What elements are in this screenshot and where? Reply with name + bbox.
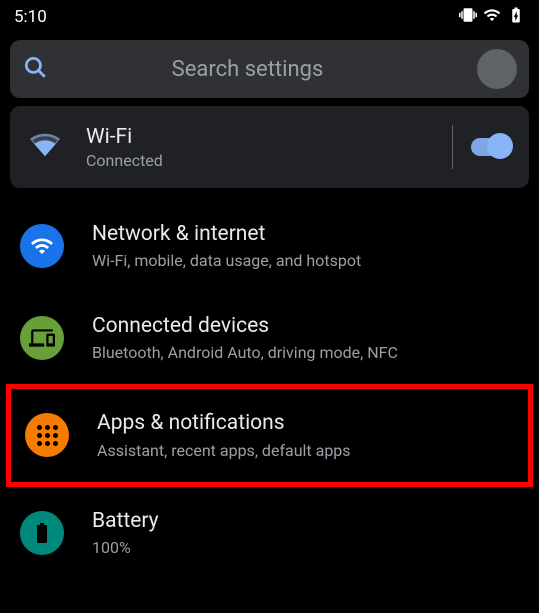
wifi-title: Wi-Fi <box>86 125 444 149</box>
wifi-quick-card[interactable]: Wi-Fi Connected <box>10 106 529 188</box>
status-time: 5:10 <box>14 7 47 27</box>
search-bar[interactable]: Search settings <box>10 40 529 98</box>
vibrate-icon <box>459 6 477 28</box>
status-icons <box>459 6 525 28</box>
item-title: Connected devices <box>92 314 519 339</box>
wifi-text: Wi-Fi Connected <box>86 125 444 170</box>
wifi-icon <box>30 130 60 164</box>
toggle-knob <box>487 133 513 159</box>
avatar[interactable] <box>477 49 517 89</box>
settings-list: Network & internet Wi-Fi, mobile, data u… <box>0 200 539 579</box>
search-placeholder: Search settings <box>36 57 459 82</box>
item-title: Network & internet <box>92 222 519 247</box>
settings-item-battery[interactable]: Battery 100% <box>0 487 539 579</box>
item-subtitle: Wi-Fi, mobile, data usage, and hotspot <box>92 251 519 270</box>
item-subtitle: Bluetooth, Android Auto, driving mode, N… <box>92 343 519 362</box>
item-text: Network & internet Wi-Fi, mobile, data u… <box>92 222 519 270</box>
divider <box>452 125 453 169</box>
item-text: Connected devices Bluetooth, Android Aut… <box>92 314 519 362</box>
network-icon <box>20 224 64 268</box>
apps-icon <box>25 413 69 457</box>
battery-icon <box>20 511 64 555</box>
highlight-box: Apps & notifications Assistant, recent a… <box>6 384 533 486</box>
wifi-status-icon <box>483 6 501 28</box>
devices-icon <box>20 316 64 360</box>
settings-item-network[interactable]: Network & internet Wi-Fi, mobile, data u… <box>0 200 539 292</box>
item-text: Apps & notifications Assistant, recent a… <box>97 411 514 459</box>
status-bar: 5:10 <box>0 0 539 34</box>
settings-item-connected[interactable]: Connected devices Bluetooth, Android Aut… <box>0 292 539 384</box>
item-title: Apps & notifications <box>97 411 514 436</box>
settings-item-apps[interactable]: Apps & notifications Assistant, recent a… <box>11 389 528 481</box>
item-text: Battery 100% <box>92 509 519 557</box>
battery-status-icon <box>507 6 525 28</box>
item-title: Battery <box>92 509 519 534</box>
item-subtitle: Assistant, recent apps, default apps <box>97 441 514 460</box>
item-subtitle: 100% <box>92 538 519 557</box>
wifi-toggle[interactable] <box>471 138 509 156</box>
wifi-subtitle: Connected <box>86 151 444 170</box>
